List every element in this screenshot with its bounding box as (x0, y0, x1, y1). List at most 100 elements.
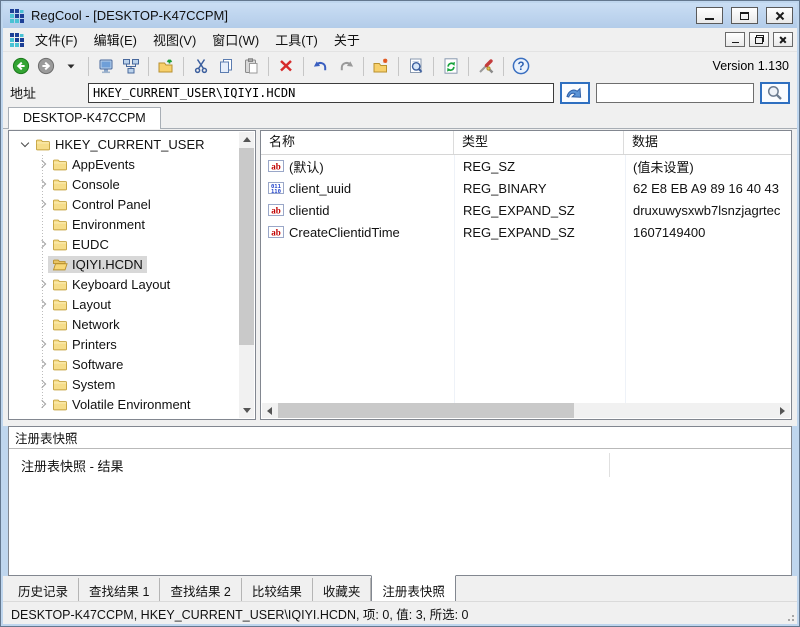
tree-item-label: AppEvents (72, 157, 135, 172)
value-row-client-uuid[interactable]: 011110client_uuidREG_BINARY62 E8 EB A9 8… (261, 177, 791, 199)
scroll-right-arrow[interactable] (775, 403, 790, 418)
scroll-left-arrow[interactable] (262, 403, 277, 418)
value-list-panel: 名称类型数据 ab(默认)REG_SZ(值未设置)011110client_uu… (260, 130, 792, 420)
scroll-down-arrow[interactable] (239, 403, 254, 418)
value-row-createclientidtime[interactable]: abCreateClientidTimeREG_EXPAND_SZ1607149… (261, 221, 791, 243)
copy-icon[interactable] (214, 54, 238, 78)
tree-item-eudc[interactable]: EUDC (9, 234, 255, 254)
maximize-icon (740, 12, 749, 20)
value-row-clientid[interactable]: abclientidREG_EXPAND_SZdruxuwysxwb7lsnzj… (261, 199, 791, 221)
tree-item-control-panel[interactable]: Control Panel (9, 194, 255, 214)
column-header-[interactable]: 数据 (624, 131, 791, 154)
tree-item-content: System (48, 376, 119, 393)
tree-item-console[interactable]: Console (9, 174, 255, 194)
forward-icon[interactable] (34, 54, 58, 78)
tree-item-keyboard-layout[interactable]: Keyboard Layout (9, 274, 255, 294)
chevron-right-icon[interactable] (36, 301, 48, 307)
value-data: druxuwysxwb7lsnzjagrtec (624, 203, 791, 218)
snapshot-column-header[interactable]: 注册表快照 (9, 427, 791, 449)
search-input[interactable] (596, 83, 754, 103)
go-button[interactable] (560, 82, 590, 104)
status-text: DESKTOP-K47CCPM, HKEY_CURRENT_USER\IQIYI… (11, 604, 469, 623)
search-button[interactable] (760, 82, 790, 104)
address-input[interactable] (88, 83, 554, 103)
scroll-thumb[interactable] (278, 403, 574, 418)
toolbar-icons: ? (9, 54, 533, 78)
paste-icon[interactable] (239, 54, 263, 78)
tree-item-system[interactable]: System (9, 374, 255, 394)
mdi-restore-button[interactable] (749, 32, 769, 47)
close-icon (775, 11, 785, 21)
chevron-right-icon[interactable] (36, 381, 48, 387)
scroll-up-arrow[interactable] (239, 132, 254, 147)
folder-icon (52, 318, 68, 331)
tree-item-printers[interactable]: Printers (9, 334, 255, 354)
tree-item-layout[interactable]: Layout (9, 294, 255, 314)
mdi-close-button[interactable] (773, 32, 793, 47)
tree-item-volatile-environment[interactable]: Volatile Environment (9, 394, 255, 414)
column-gridline (454, 131, 455, 404)
value-name-cell: abclientid (261, 203, 454, 218)
version-label: Version 1.130 (713, 59, 789, 73)
chevron-right-icon[interactable] (36, 241, 48, 247)
folder-icon (52, 298, 68, 311)
chevron-right-icon[interactable] (36, 201, 48, 207)
toolbar-separator (303, 57, 304, 76)
undo-icon[interactable] (309, 54, 333, 78)
value-row-[interactable]: ab(默认)REG_SZ(值未设置) (261, 155, 791, 177)
tree-item-label: Environment (72, 217, 145, 232)
folder-icon (35, 138, 51, 151)
folder-icon (52, 198, 68, 211)
menu-item-t[interactable]: 工具(T) (267, 28, 326, 51)
chevron-right-icon[interactable] (36, 281, 48, 287)
computer-icon[interactable] (94, 54, 118, 78)
tree-item-network[interactable]: Network (9, 314, 255, 334)
close-button[interactable] (766, 7, 793, 24)
menu-item-f[interactable]: 文件(F) (27, 28, 86, 51)
cut-icon[interactable] (189, 54, 213, 78)
mdi-minimize-button[interactable] (725, 32, 745, 47)
main-split: HKEY_CURRENT_USER AppEvents ConsoleControl… (3, 129, 797, 421)
toolbar-separator (503, 57, 504, 76)
back-icon[interactable] (9, 54, 33, 78)
tree-item-appevents[interactable]: AppEvents (9, 154, 255, 174)
menu-item-[interactable]: 关于 (326, 28, 368, 51)
load-hive-icon[interactable] (154, 54, 178, 78)
new-key-icon[interactable] (369, 54, 393, 78)
scroll-thumb[interactable] (239, 148, 254, 345)
svg-text:ab: ab (271, 161, 281, 171)
tree-item-iqiyi-hcdn[interactable]: IQIYI.HCDN (9, 254, 255, 274)
menu-item-e[interactable]: 编辑(E) (86, 28, 145, 51)
chevron-right-icon[interactable] (36, 361, 48, 367)
network-icon[interactable] (119, 54, 143, 78)
chevron-right-icon[interactable] (36, 401, 48, 407)
menu-item-w[interactable]: 窗口(W) (204, 28, 267, 51)
delete-icon[interactable] (274, 54, 298, 78)
redo-icon[interactable] (334, 54, 358, 78)
maximize-button[interactable] (731, 7, 758, 24)
column-header-[interactable]: 类型 (454, 131, 624, 154)
help-icon[interactable]: ? (509, 54, 533, 78)
chevron-down-icon[interactable] (19, 143, 31, 146)
minimize-button[interactable] (696, 7, 723, 24)
history-dropdown-icon[interactable] (59, 54, 83, 78)
list-horizontal-scrollbar[interactable] (262, 403, 790, 418)
session-tab-desktop-k47ccpm[interactable]: DESKTOP-K47CCPM (8, 107, 161, 129)
chevron-right-icon[interactable] (36, 161, 48, 167)
tree-item-content: Printers (48, 336, 121, 353)
chevron-right-icon[interactable] (36, 341, 48, 347)
options-icon[interactable] (474, 54, 498, 78)
string-value-icon: ab (268, 160, 284, 172)
tree-item-hkey-current-user[interactable]: HKEY_CURRENT_USER (9, 134, 255, 154)
folder-icon (52, 378, 68, 391)
tree-item-software[interactable]: Software (9, 354, 255, 374)
find-icon[interactable] (404, 54, 428, 78)
column-header-[interactable]: 名称 (261, 131, 454, 154)
refresh-icon[interactable] (439, 54, 463, 78)
snapshot-result-item[interactable]: 注册表快照 - 结果 (9, 449, 791, 475)
chevron-right-icon[interactable] (36, 181, 48, 187)
tree-item-environment[interactable]: Environment (9, 214, 255, 234)
tree-vertical-scrollbar[interactable] (239, 132, 254, 418)
resize-grip-icon[interactable] (792, 619, 794, 621)
menu-item-v[interactable]: 视图(V) (145, 28, 204, 51)
